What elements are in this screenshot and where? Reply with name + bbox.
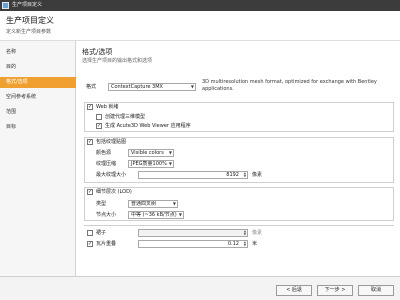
cancel-button[interactable]: 取消	[358, 285, 394, 296]
wizard-header: 生产项目定义 定义新生产项目参数	[0, 11, 400, 41]
spin-arrows-icon[interactable]: ▲ ▼	[244, 230, 246, 236]
texture-checkbox[interactable]: ✓	[87, 139, 93, 145]
section-subtitle: 选择生产项目的输出格式和选项	[82, 58, 153, 64]
page-subtitle: 定义新生产项目参数	[6, 29, 52, 35]
tile-overlap-unit: 米	[252, 241, 258, 247]
lod-type-label: 类型	[96, 201, 107, 207]
chevron-down-icon: ▼	[190, 84, 194, 89]
web-ready-checkbox[interactable]: ✓	[87, 104, 93, 110]
skirt-label: 裙子	[96, 230, 107, 236]
spin-arrows-icon[interactable]: ▲ ▼	[244, 241, 246, 247]
proxy-model-checkbox[interactable]	[96, 114, 102, 120]
node-size-value: 中等 (~36 kB/节点)	[131, 212, 177, 218]
next-button[interactable]: 下一步 >	[317, 285, 353, 296]
sidebar-item-destination[interactable]: 目标	[0, 122, 76, 133]
web-viewer-checkbox[interactable]: ✓	[96, 123, 102, 129]
skirt-checkbox[interactable]	[87, 230, 93, 236]
node-size-select[interactable]: 中等 (~36 kB/节点) ▼	[128, 211, 184, 219]
max-texture-size-value: 8192	[226, 172, 239, 178]
chevron-down-icon: ▼	[172, 201, 176, 206]
lod-type-select[interactable]: 普通四叉树 ▼	[128, 200, 178, 208]
chevron-down-icon: ▼	[178, 212, 182, 217]
section-title: 格式/选项	[82, 48, 113, 56]
tile-overlap-value: 0.12	[227, 241, 239, 247]
window-titlebar: 生产项目定义	[0, 0, 400, 11]
max-texture-size-unit: 像素	[252, 172, 263, 178]
lod-label: 细节层次 (LOD)	[96, 189, 132, 195]
skirt-unit: 像素	[252, 230, 263, 236]
skirt-input[interactable]: ▲ ▼	[138, 229, 248, 237]
lod-checkbox[interactable]: ✓	[87, 189, 93, 195]
page-title: 生产项目定义	[6, 16, 54, 25]
web-ready-label: Web 就绪	[96, 104, 119, 110]
spin-arrows-icon[interactable]: ▲ ▼	[244, 172, 246, 178]
chevron-down-icon: ▼	[168, 150, 172, 155]
window-title: 生产项目定义	[12, 2, 43, 8]
web-viewer-label: 生成 Acute3D Web Viewer 应用程序	[105, 123, 191, 129]
back-button[interactable]: < 后退	[276, 285, 312, 296]
sidebar-item-extent[interactable]: 范围	[0, 107, 76, 118]
color-source-value: Visible colors	[131, 150, 164, 156]
app-icon	[2, 2, 9, 9]
node-size-label: 节点大小	[96, 212, 117, 218]
sidebar-item-purpose[interactable]: 目的	[0, 62, 76, 73]
sidebar-item-name[interactable]: 名称	[0, 47, 76, 58]
wizard-footer: < 后退 下一步 > 取消	[0, 276, 400, 300]
format-description: 3D multiresolution mesh format, optimize…	[202, 79, 377, 92]
max-texture-size-label: 最大纹理大小	[96, 172, 127, 178]
divider	[84, 225, 394, 226]
tile-overlap-label: 瓦片重叠	[96, 241, 117, 247]
texture-compression-select[interactable]: JPEG质量100% ▼	[128, 160, 174, 168]
format-label: 格式	[86, 84, 97, 90]
texture-label: 包括纹理贴图	[96, 139, 127, 145]
sidebar-item-format-options[interactable]: 格式/选项	[0, 77, 76, 88]
texture-compression-label: 纹理压缩	[96, 161, 117, 167]
chevron-down-icon: ▼	[168, 161, 172, 166]
tile-overlap-input[interactable]: 0.12 ▲ ▼	[138, 240, 248, 248]
tile-overlap-checkbox[interactable]: ✓	[87, 241, 93, 247]
format-options-panel: 格式/选项 选择生产项目的输出格式和选项 格式 ContextCapture 3…	[82, 45, 396, 273]
texture-compression-value: JPEG质量100%	[131, 161, 167, 167]
color-source-select[interactable]: Visible colors ▼	[128, 149, 174, 157]
format-select[interactable]: ContextCapture 3MX ▼	[108, 83, 196, 91]
max-texture-size-input[interactable]: 8192 ▲ ▼	[138, 171, 248, 179]
color-source-label: 颜色源	[96, 150, 112, 156]
lod-type-value: 普通四叉树	[131, 201, 157, 207]
proxy-model-label: 创建代理三维模型	[105, 114, 146, 120]
format-select-value: ContextCapture 3MX	[111, 84, 163, 90]
sidebar-item-srs[interactable]: 空间参考系统	[0, 92, 76, 103]
wizard-steps-sidebar: 名称 目的 格式/选项 空间参考系统 范围 目标	[0, 41, 76, 276]
